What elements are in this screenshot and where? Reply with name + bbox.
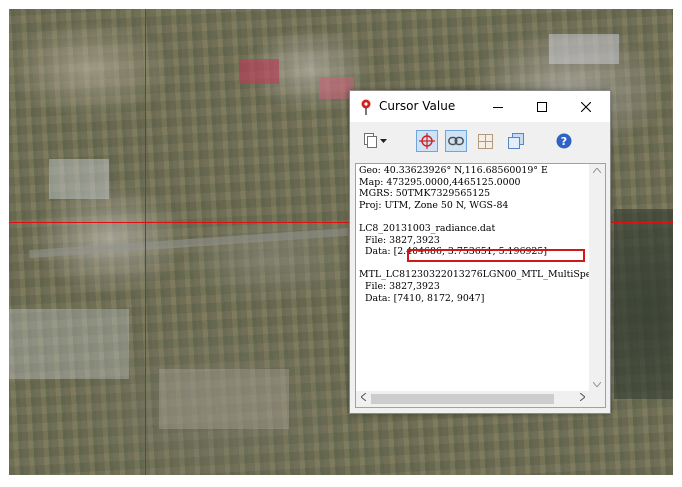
chevron-down-icon (592, 381, 602, 388)
dataset-2-name: MTL_LC81230322013276LGN00_MTL_MultiSpec (359, 269, 589, 281)
map-line: Map: 473295.0000,4465125.0000 (359, 176, 521, 188)
help-icon: ? (556, 133, 572, 149)
imagery-patch (549, 34, 619, 64)
close-icon (581, 101, 591, 112)
crosshair-toggle-button[interactable] (416, 130, 438, 152)
link-icon (448, 136, 464, 146)
dataset-1-name: LC8_20131003_radiance.dat (359, 222, 496, 234)
imagery-patch (49, 159, 109, 199)
stack-button[interactable] (505, 130, 527, 152)
imagery-patch (9, 309, 129, 379)
horizontal-scrollbar[interactable] (356, 391, 605, 407)
imagery-patch (614, 209, 673, 399)
dataset-2-file: File: 3827,3923 (359, 280, 440, 292)
imagery-patch (239, 59, 279, 84)
maximize-icon (537, 101, 547, 112)
geo-line: Geo: 40.33623926° N,116.68560019° E (359, 165, 548, 176)
chevron-right-icon (579, 392, 586, 402)
help-label: ? (561, 135, 567, 148)
scroll-up-button[interactable] (589, 164, 605, 178)
copy-icon (364, 133, 377, 148)
scroll-down-button[interactable] (589, 378, 605, 392)
cursor-value-text-panel[interactable]: Geo: 40.33623926° N,116.68560019° E Map: … (355, 163, 606, 408)
chevron-left-icon (359, 392, 366, 402)
dropdown-arrow-icon (379, 139, 387, 143)
proj-line: Proj: UTM, Zone 50 N, WGS-84 (359, 199, 509, 211)
window-title: Cursor Value (379, 99, 456, 113)
stack-icon (508, 133, 524, 149)
close-button[interactable] (564, 91, 608, 122)
crosshair-icon (419, 133, 435, 149)
minimize-icon (493, 106, 503, 108)
help-button[interactable]: ? (553, 130, 575, 152)
toolbar: ? (350, 127, 610, 155)
dataset-2-data-label: Data: (359, 292, 394, 304)
data-highlight-box (407, 249, 585, 262)
scroll-left-button[interactable] (356, 391, 370, 407)
imagery-patch (159, 369, 289, 429)
dataset-2-data-row: Data: [7410, 8172, 9047] (359, 293, 589, 305)
scroll-right-button[interactable] (575, 391, 589, 407)
cursor-value-window: Cursor Value ? Geo: 40.33623926° N,116.6… (349, 90, 611, 414)
title-bar[interactable]: Cursor Value (350, 91, 610, 122)
horizontal-scroll-thumb[interactable] (371, 394, 554, 404)
dataset-2-data-value: [7410, 8172, 9047] (393, 292, 485, 304)
dataset-1-data-label: Data: (359, 246, 394, 258)
map-pin-icon (361, 99, 371, 115)
cursor-value-text: Geo: 40.33623926° N,116.68560019° E Map: … (359, 165, 589, 387)
vertical-scrollbar[interactable] (589, 164, 605, 392)
copy-dropdown-button[interactable] (377, 130, 389, 152)
chevron-up-icon (592, 167, 602, 174)
mgrs-line: MGRS: 50TMK7329565125 (359, 188, 491, 200)
crosshair-vertical-line (145, 9, 146, 475)
imagery-road (29, 227, 349, 259)
minimize-button[interactable] (476, 91, 520, 122)
dataset-1-file: File: 3827,3923 (359, 234, 440, 246)
link-toggle-button[interactable] (445, 130, 467, 152)
grid-button[interactable] (474, 130, 496, 152)
maximize-button[interactable] (520, 91, 564, 122)
grid-icon (477, 133, 493, 149)
